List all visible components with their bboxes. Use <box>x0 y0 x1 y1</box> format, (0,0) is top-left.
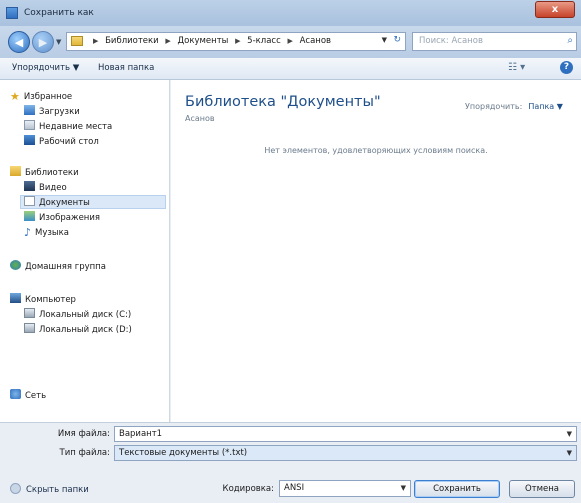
sidebar-item-drive-d[interactable]: Локальный диск (D:) <box>24 323 132 337</box>
drive-icon <box>24 308 35 318</box>
downloads-icon <box>24 105 35 115</box>
help-icon[interactable]: ? <box>560 61 573 74</box>
arrange-label: Упорядочить: <box>465 102 523 111</box>
arrange-by: Упорядочить: Папка ▼ <box>465 102 563 111</box>
library-title: Библиотека "Документы" <box>185 94 381 110</box>
sidebar-item-label: Домашняя группа <box>25 262 106 272</box>
sidebar-item-label: Избранное <box>23 92 73 102</box>
sidebar-item-downloads[interactable]: Загрузки <box>24 105 80 119</box>
chevron-down-icon[interactable]: ▼ <box>401 484 406 492</box>
sidebar-item-desktop[interactable]: Рабочий стол <box>24 135 99 149</box>
sidebar-item-network[interactable]: Сеть <box>10 389 46 403</box>
navigation-bar: ◀ ▶ ▼ ▶ Библиотеки ▶ Документы ▶ 5-класс… <box>0 26 581 58</box>
hide-folders-label: Скрыть папки <box>26 485 89 495</box>
sidebar-item-label: Недавние места <box>39 122 113 132</box>
network-icon <box>10 389 21 399</box>
sidebar-item-images[interactable]: Изображения <box>24 211 100 225</box>
breadcrumb-item[interactable]: Асанов <box>300 36 331 46</box>
view-options-icon[interactable]: ☷ ▾ <box>508 62 525 73</box>
new-folder-button[interactable]: Новая папка <box>98 63 154 73</box>
sidebar-item-computer[interactable]: Компьютер <box>10 293 76 307</box>
breadcrumb-item[interactable]: Документы <box>178 36 229 46</box>
sidebar-item-favorites[interactable]: ★ Избранное <box>10 90 72 104</box>
chevron-right-icon: ▶ <box>287 37 293 45</box>
sidebar-item-homegroup[interactable]: Домашняя группа <box>10 260 106 274</box>
library-subtitle: Асанов <box>185 114 215 123</box>
title-bar: Сохранить как x <box>0 0 581 26</box>
sidebar-item-drive-c[interactable]: Локальный диск (C:) <box>24 308 131 322</box>
address-dropdown-icon[interactable]: ▼ <box>382 36 387 44</box>
back-button[interactable]: ◀ <box>8 31 30 53</box>
folder-icon <box>71 36 83 46</box>
breadcrumb-item[interactable]: Библиотеки <box>105 36 159 46</box>
filename-label: Имя файла: <box>57 429 110 439</box>
sidebar-item-label: Локальный диск (C:) <box>39 310 132 320</box>
libraries-icon <box>10 166 21 176</box>
sidebar-item-label: Рабочий стол <box>39 137 99 147</box>
collapse-icon <box>10 483 21 494</box>
star-icon: ★ <box>10 90 20 103</box>
sidebar-item-libraries[interactable]: Библиотеки <box>10 166 79 180</box>
filename-value: Вариант1 <box>119 429 163 439</box>
music-icon: ♪ <box>24 226 32 239</box>
chevron-down-icon[interactable]: ▼ <box>567 449 572 457</box>
drive-icon <box>24 323 35 333</box>
window-title: Сохранить как <box>24 8 94 18</box>
search-input[interactable]: Поиск: Асанов ⌕ <box>412 32 577 51</box>
chevron-right-icon: ▶ <box>235 37 241 45</box>
sidebar-item-recent-places[interactable]: Недавние места <box>24 120 112 134</box>
sidebar-item-label: Документы <box>39 198 90 208</box>
encoding-label: Кодировка: <box>222 484 274 494</box>
address-bar[interactable]: ▶ Библиотеки ▶ Документы ▶ 5-класс ▶ Аса… <box>66 32 406 51</box>
close-button[interactable]: x <box>535 1 575 18</box>
filename-field[interactable]: Вариант1 ▼ <box>114 426 577 442</box>
save-form: Имя файла: Вариант1 ▼ Тип файла: Текстов… <box>0 422 581 503</box>
arrange-by-dropdown[interactable]: Папка ▼ <box>528 102 563 111</box>
video-icon <box>24 181 35 191</box>
encoding-select[interactable]: ANSI ▼ <box>279 480 411 497</box>
filetype-select[interactable]: Текстовые документы (*.txt) ▼ <box>114 445 577 461</box>
sidebar-item-label: Видео <box>39 183 67 193</box>
app-icon <box>6 7 18 19</box>
navigation-pane: ★ Избранное Загрузки Недавние места Рабоч… <box>0 80 170 422</box>
sidebar-item-music[interactable]: ♪ Музыка <box>24 226 69 240</box>
save-as-dialog: Сохранить как x ◀ ▶ ▼ ▶ Библиотеки ▶ Док… <box>0 0 581 503</box>
sidebar-item-label: Компьютер <box>25 295 76 305</box>
breadcrumb: ▶ Библиотеки ▶ Документы ▶ 5-класс ▶ Аса… <box>89 36 331 46</box>
recent-places-icon <box>24 120 35 130</box>
refresh-icon[interactable]: ↻ <box>393 35 401 45</box>
organize-button[interactable]: Упорядочить ▼ <box>12 63 79 73</box>
history-dropdown-icon[interactable]: ▼ <box>56 38 61 46</box>
chevron-right-icon: ▶ <box>165 37 171 45</box>
chevron-down-icon[interactable]: ▼ <box>567 430 572 438</box>
encoding-value: ANSI <box>284 483 305 493</box>
sidebar-item-video[interactable]: Видео <box>24 181 67 195</box>
computer-icon <box>10 293 21 303</box>
file-list-pane[interactable]: Библиотека "Документы" Асанов Упорядочит… <box>171 80 581 422</box>
save-button[interactable]: Сохранить <box>414 480 500 498</box>
documents-icon <box>24 196 35 206</box>
sidebar-item-label: Загрузки <box>39 107 80 117</box>
filetype-label: Тип файла: <box>59 448 110 458</box>
sidebar-item-documents[interactable]: Документы <box>20 195 166 209</box>
forward-button[interactable]: ▶ <box>32 31 54 53</box>
cancel-button[interactable]: Отмена <box>509 480 575 498</box>
sidebar-item-label: Локальный диск (D:) <box>39 325 132 335</box>
search-icon[interactable]: ⌕ <box>567 35 573 46</box>
sidebar-item-label: Музыка <box>35 228 69 238</box>
sidebar-item-label: Изображения <box>39 213 101 223</box>
empty-message: Нет элементов, удовлетворяющих условиям … <box>264 146 488 155</box>
images-icon <box>24 211 35 221</box>
search-placeholder: Поиск: Асанов <box>419 36 483 46</box>
breadcrumb-item[interactable]: 5-класс <box>247 36 281 46</box>
chevron-right-icon: ▶ <box>93 37 99 45</box>
homegroup-icon <box>10 260 21 270</box>
sidebar-item-label: Сеть <box>25 391 47 401</box>
filetype-value: Текстовые документы (*.txt) <box>119 448 248 458</box>
desktop-icon <box>24 135 35 145</box>
toolbar: Упорядочить ▼ Новая папка ☷ ▾ ? <box>0 58 581 80</box>
sidebar-item-label: Библиотеки <box>25 168 79 178</box>
hide-folders-button[interactable]: Скрыть папки <box>10 483 89 495</box>
